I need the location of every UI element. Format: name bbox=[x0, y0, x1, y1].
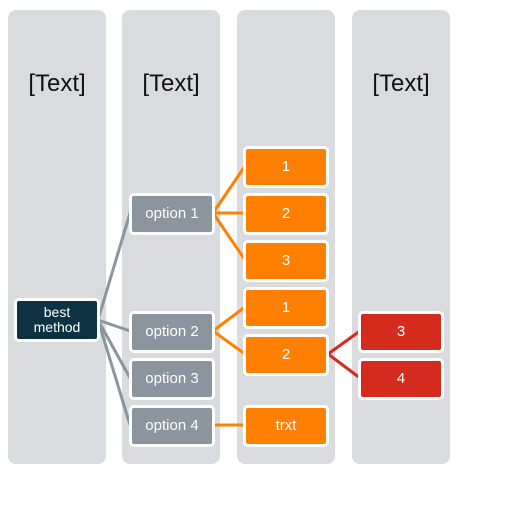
option-1-label: option 1 bbox=[145, 205, 199, 222]
link-root-option4 bbox=[96, 319, 132, 426]
option-3-node[interactable]: option 3 bbox=[129, 358, 215, 400]
option-3-label: option 3 bbox=[145, 370, 199, 387]
root-node-label: best method bbox=[33, 304, 81, 335]
option-1-child-3-node[interactable]: 3 bbox=[243, 240, 329, 282]
option-1-child-1-label: 1 bbox=[281, 158, 291, 175]
option-2-label: option 2 bbox=[145, 323, 199, 340]
link-option1-3 bbox=[211, 212, 247, 261]
option-4-child-node[interactable]: trxt bbox=[243, 405, 329, 447]
option-4-node[interactable]: option 4 bbox=[129, 405, 215, 447]
option-2-node[interactable]: option 2 bbox=[129, 311, 215, 353]
link-2-to-3 bbox=[327, 329, 361, 356]
option-2-child-2-node[interactable]: 2 bbox=[243, 334, 329, 376]
option-1-node[interactable]: option 1 bbox=[129, 193, 215, 235]
option-2-child-1-node[interactable]: 1 bbox=[243, 287, 329, 329]
option-1-child-2-node[interactable]: 2 bbox=[243, 193, 329, 235]
link-root-option1 bbox=[96, 212, 132, 321]
option-1-child-1-node[interactable]: 1 bbox=[243, 146, 329, 188]
root-node[interactable]: best method bbox=[14, 298, 100, 342]
level4-node-3-label: 3 bbox=[396, 323, 406, 340]
option-1-child-3-label: 3 bbox=[281, 252, 291, 269]
level4-node-4-label: 4 bbox=[396, 370, 406, 387]
level4-node-4[interactable]: 4 bbox=[358, 358, 444, 400]
option-2-child-2-label: 2 bbox=[281, 346, 291, 363]
link-option1-1 bbox=[211, 165, 247, 214]
link-option2-2 bbox=[212, 329, 246, 356]
option-1-child-2-label: 2 bbox=[281, 205, 291, 222]
link-option2-1 bbox=[212, 305, 246, 333]
link-2-to-4 bbox=[327, 352, 361, 380]
level4-node-3[interactable]: 3 bbox=[358, 311, 444, 353]
option-4-label: option 4 bbox=[145, 417, 199, 434]
option-2-child-1-label: 1 bbox=[281, 299, 291, 316]
option-4-child-label: trxt bbox=[275, 417, 297, 434]
